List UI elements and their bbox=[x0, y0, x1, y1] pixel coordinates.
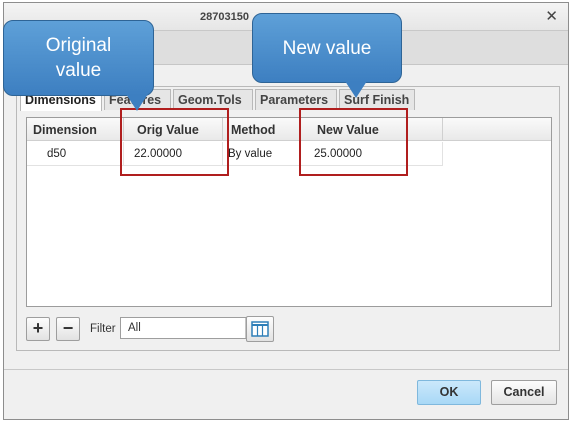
cell-dimension: d50 bbox=[27, 142, 124, 166]
plus-icon[interactable]: + bbox=[26, 317, 50, 341]
tab-parameters[interactable]: Parameters bbox=[255, 89, 337, 110]
minus-icon[interactable]: − bbox=[56, 317, 80, 341]
close-icon[interactable]: ✕ bbox=[545, 7, 558, 25]
filter-value: All bbox=[128, 322, 141, 334]
callout-new-value: New value bbox=[252, 13, 402, 83]
callout-original-pointer bbox=[126, 94, 148, 111]
window-title: 28703150 bbox=[200, 11, 249, 23]
column-header-method[interactable]: Method bbox=[223, 118, 301, 141]
ok-button[interactable]: OK bbox=[417, 380, 481, 405]
filter-label: Filter bbox=[90, 323, 116, 335]
cancel-button[interactable]: Cancel bbox=[491, 380, 557, 405]
new-value-highlight bbox=[299, 108, 408, 176]
callout-original-value: Original value bbox=[3, 20, 154, 96]
table-row[interactable]: d50 22.00000 By value 25.00000 bbox=[27, 142, 551, 166]
table-header: Dimension Orig Value Method New Value bbox=[27, 118, 551, 141]
callout-new-pointer bbox=[345, 81, 367, 98]
column-header-dimension[interactable]: Dimension bbox=[27, 118, 124, 141]
footer-divider bbox=[4, 369, 568, 370]
table-columns-icon-graphic bbox=[251, 321, 269, 337]
table-columns-icon[interactable] bbox=[246, 316, 274, 342]
orig-value-highlight bbox=[120, 108, 229, 176]
tab-geom-tols[interactable]: Geom.Tols bbox=[173, 89, 253, 110]
cell-method[interactable]: By value bbox=[223, 142, 301, 166]
filter-dropdown[interactable]: All ▼ bbox=[120, 317, 264, 339]
dimensions-table: Dimension Orig Value Method New Value d5… bbox=[26, 117, 552, 307]
